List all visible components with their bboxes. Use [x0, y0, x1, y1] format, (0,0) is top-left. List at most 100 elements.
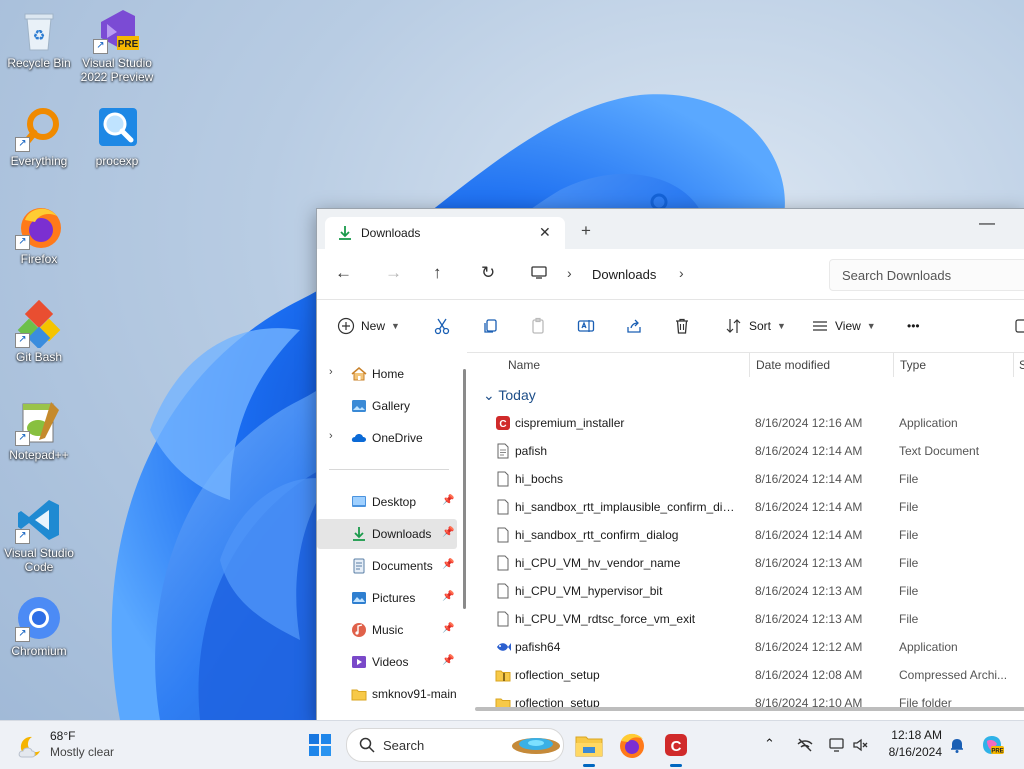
rename-button[interactable] [577, 315, 595, 337]
file-type: File [899, 556, 919, 570]
view-button[interactable]: View ▼ [811, 315, 876, 337]
taskbar-file-explorer[interactable] [573, 729, 605, 767]
file-date: 8/16/2024 12:13 AM [755, 584, 863, 598]
breadcrumb-separator[interactable]: › [567, 265, 572, 281]
file-type: Application [899, 640, 958, 654]
scissors-icon [434, 318, 450, 335]
cut-button[interactable] [433, 315, 451, 337]
group-label: Today [498, 387, 536, 403]
desktop-icon-procexp[interactable]: procexp [78, 104, 156, 168]
file-date: 8/16/2024 12:08 AM [755, 668, 863, 682]
notification-bell-icon[interactable] [948, 736, 966, 754]
expand-chevron-icon[interactable]: › [329, 366, 333, 378]
table-row[interactable]: hi_bochs 8/16/2024 12:14 AM File [475, 465, 1024, 493]
breadcrumb-downloads[interactable]: Downloads [592, 267, 656, 282]
title-bar[interactable]: Downloads ✕ + — [317, 209, 1024, 249]
desktop-icon-visual-studio-code[interactable]: ↗ Visual Studio Code [0, 496, 78, 574]
navpane-scrollbar[interactable] [463, 369, 466, 609]
start-button[interactable] [308, 733, 332, 757]
pin-icon: 📌 [442, 591, 455, 602]
new-tab-button[interactable]: + [581, 221, 591, 241]
this-pc-icon [531, 266, 547, 279]
table-row[interactable]: hi_CPU_VM_hv_vendor_name 8/16/2024 12:13… [475, 549, 1024, 577]
taskbar-comodo[interactable]: C [660, 729, 692, 767]
table-row[interactable]: hi_sandbox_rtt_implausible_confirm_dial.… [475, 493, 1024, 521]
file-name: cispremium_installer [515, 416, 625, 430]
table-row[interactable]: pafish64 8/16/2024 12:12 AM Application [475, 633, 1024, 661]
tab-downloads[interactable]: Downloads ✕ [325, 217, 565, 249]
refresh-button[interactable]: ↻ [481, 263, 495, 283]
volume-muted-icon[interactable] [852, 736, 870, 754]
navigation-pane[interactable]: › Home Gallery › OneDrive Desktop 📌 Down… [317, 351, 467, 721]
nav-item-downloads[interactable]: Downloads 📌 [317, 519, 457, 549]
nav-item-desktop[interactable]: Desktop 📌 [317, 487, 457, 517]
clock[interactable]: 12:18 AM 8/16/2024 [884, 728, 942, 759]
file-name: hi_CPU_VM_hypervisor_bit [515, 584, 663, 598]
search-input[interactable]: Search Downloads [829, 259, 1024, 291]
file-list[interactable]: Name Date modified Type S ⌄ Today C cisp… [475, 351, 1024, 721]
column-header-size[interactable]: S [1019, 358, 1024, 372]
svg-text:PRE: PRE [118, 39, 139, 50]
column-header-name[interactable]: Name [508, 358, 540, 372]
desktop-icon-visual-studio-2022-preview[interactable]: PRE ↗ Visual Studio 2022 Preview [78, 6, 156, 84]
address-bar[interactable]: › Downloads › [519, 259, 819, 289]
copilot-preview-icon[interactable]: PRE [980, 733, 1004, 757]
desktop-icon-notepad-plus-plus[interactable]: ↗ Notepad++ [0, 398, 78, 462]
table-row[interactable]: roflection_setup 8/16/2024 12:08 AM Comp… [475, 661, 1024, 689]
taskbar-search-box[interactable]: Search [346, 728, 564, 762]
column-header-date-modified[interactable]: Date modified [756, 358, 830, 372]
desktop-icon-firefox[interactable]: ↗ Firefox [0, 202, 78, 266]
minimize-button[interactable]: — [979, 215, 995, 233]
column-separator[interactable] [893, 353, 894, 377]
table-row[interactable]: hi_sandbox_rtt_confirm_dialog 8/16/2024 … [475, 521, 1024, 549]
table-row[interactable]: hi_CPU_VM_hypervisor_bit 8/16/2024 12:13… [475, 577, 1024, 605]
monitor-icon[interactable] [828, 736, 846, 754]
nav-item-home[interactable]: › Home [317, 359, 457, 389]
desktop-icon-git-bash[interactable]: ↗ Git Bash [0, 299, 78, 364]
details-pane-button[interactable] [1015, 315, 1024, 337]
tab-title: Downloads [361, 226, 421, 240]
desktop-icon-everything[interactable]: ↗ Everything [0, 104, 78, 168]
nav-item-gallery[interactable]: Gallery [317, 391, 457, 421]
table-row[interactable]: C cispremium_installer 8/16/2024 12:16 A… [475, 409, 1024, 437]
delete-button[interactable] [673, 315, 691, 337]
collapse-chevron-icon[interactable]: ⌄ [483, 387, 495, 403]
file-explorer-window[interactable]: Downloads ✕ + — ← → ↑ ↻ › Downloads › Se… [316, 208, 1024, 722]
nav-item-label: OneDrive [372, 431, 423, 445]
up-button[interactable]: ↑ [433, 263, 442, 283]
plus-circle-icon [337, 317, 355, 335]
column-separator[interactable] [1013, 353, 1014, 377]
nav-item-videos[interactable]: Videos 📌 [317, 647, 457, 677]
paste-button[interactable] [529, 315, 547, 337]
taskbar-firefox[interactable] [616, 729, 648, 761]
desktop-icon-chromium[interactable]: ↗ Chromium [0, 594, 78, 658]
tab-close-button[interactable]: ✕ [539, 224, 551, 241]
nav-item-smknov91-main[interactable]: smknov91-main [317, 679, 463, 709]
nav-item-documents[interactable]: Documents 📌 [317, 551, 457, 581]
sort-button[interactable]: Sort ▼ [725, 315, 786, 337]
column-header-type[interactable]: Type [900, 358, 926, 372]
nav-item-music[interactable]: Music 📌 [317, 615, 457, 645]
file-type: File [899, 472, 919, 486]
new-button[interactable]: New ▼ [337, 315, 400, 337]
expand-chevron-icon[interactable]: › [329, 430, 333, 442]
comodo-icon: C [665, 734, 687, 756]
copy-button[interactable] [481, 315, 499, 337]
share-button[interactable] [625, 315, 643, 337]
back-button[interactable]: ← [335, 263, 352, 283]
column-separator[interactable] [749, 353, 750, 377]
more-options-button[interactable]: ••• [907, 315, 920, 337]
show-hidden-icons-chevron-icon[interactable]: ⌃ [764, 736, 782, 754]
network-disconnected-icon[interactable] [796, 736, 814, 754]
breadcrumb-separator[interactable]: › [679, 265, 684, 281]
table-row[interactable]: hi_CPU_VM_rdtsc_force_vm_exit 8/16/2024 … [475, 605, 1024, 633]
table-row[interactable]: pafish 8/16/2024 12:14 AM Text Document [475, 437, 1024, 465]
group-header-today[interactable]: ⌄ Today [483, 387, 536, 404]
desktop-icon-recycle-bin[interactable]: ♻ Recycle Bin [0, 6, 78, 70]
nav-item-pictures[interactable]: Pictures 📌 [317, 583, 457, 613]
table-row[interactable]: roflection_setup 8/16/2024 12:10 AM File… [475, 689, 1024, 707]
nav-item-onedrive[interactable]: › OneDrive [317, 423, 457, 453]
forward-button[interactable]: → [385, 263, 402, 283]
file-type: File [899, 584, 919, 598]
horizontal-scrollbar[interactable] [475, 707, 1024, 711]
